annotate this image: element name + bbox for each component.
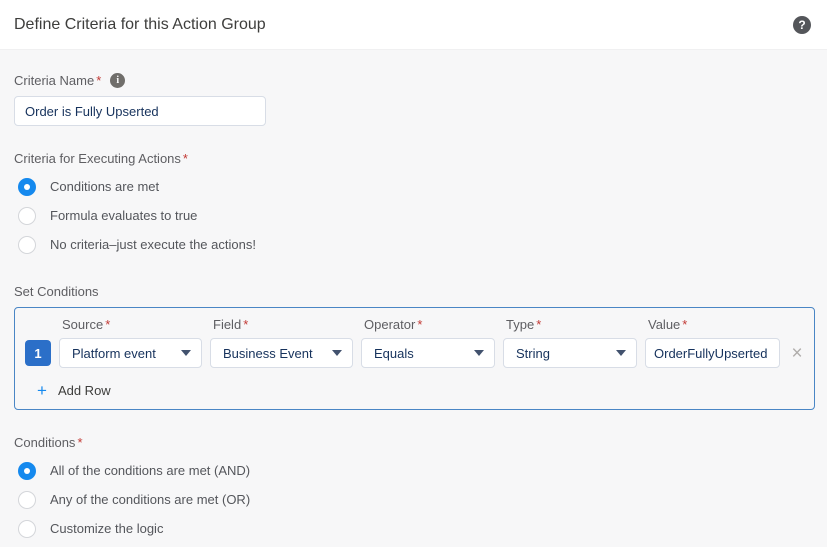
add-row-label: Add Row [58,383,111,398]
radio-option-customize-logic[interactable]: Customize the logic [14,514,815,543]
radio-button[interactable] [18,462,36,480]
radio-button[interactable] [18,178,36,196]
radio-button[interactable] [18,236,36,254]
type-select[interactable]: String [503,338,637,368]
source-select[interactable]: Platform event [59,338,202,368]
field-select[interactable]: Business Event [210,338,353,368]
add-row-button[interactable]: + Add Row [37,382,111,399]
required-asterisk: * [243,317,248,332]
executing-actions-label-text: Criteria for Executing Actions [14,151,181,166]
panel-header: Define Criteria for this Action Group ? [0,0,827,50]
source-header-text: Source [62,317,103,332]
condition-row: 1 Platform event Business Event Equals S… [25,338,804,368]
required-asterisk: * [96,73,101,88]
field-select-value: Business Event [223,346,326,361]
criteria-name-input[interactable] [14,96,266,126]
executing-actions-label: Criteria for Executing Actions* [14,151,188,166]
conditions-logic-label: Conditions* [14,435,83,450]
operator-select-value: Equals [374,346,468,361]
operator-select[interactable]: Equals [361,338,495,368]
value-input[interactable] [645,338,780,368]
required-asterisk: * [105,317,110,332]
radio-button[interactable] [18,520,36,538]
executing-actions-radio-group: Conditions are met Formula evaluates to … [14,172,815,259]
plus-icon: + [37,382,47,399]
type-header-text: Type [506,317,534,332]
chevron-down-icon [332,350,342,356]
row-number-badge: 1 [25,340,51,366]
set-conditions-section: Set Conditions Source* Field* Operator* … [14,284,815,410]
help-icon[interactable]: ? [793,16,811,34]
radio-label: Any of the conditions are met (OR) [50,492,250,507]
radio-option-all-and[interactable]: All of the conditions are met (AND) [14,456,815,485]
radio-label: Formula evaluates to true [50,208,197,223]
field-column-header: Field* [210,317,353,332]
chevron-down-icon [474,350,484,356]
set-conditions-label: Set Conditions [14,284,99,299]
criteria-name-label: Criteria Name* i [14,73,125,88]
field-header-text: Field [213,317,241,332]
radio-label: All of the conditions are met (AND) [50,463,250,478]
remove-row-icon[interactable]: × [788,344,806,363]
value-column-header: Value* [645,317,780,332]
required-asterisk: * [77,435,82,450]
conditions-logic-label-text: Conditions [14,435,75,450]
required-asterisk: * [183,151,188,166]
info-icon[interactable]: i [110,73,125,88]
type-column-header: Type* [503,317,637,332]
source-column-header: Source* [59,317,202,332]
type-select-value: String [516,346,610,361]
conditions-box: Source* Field* Operator* Type* Value* 1 … [14,307,815,410]
required-asterisk: * [682,317,687,332]
criteria-form: Criteria Name* i Criteria for Executing … [0,50,827,543]
required-asterisk: * [536,317,541,332]
radio-option-no-criteria[interactable]: No criteria–just execute the actions! [14,230,815,259]
radio-option-conditions-are-met[interactable]: Conditions are met [14,172,815,201]
criteria-name-label-row: Criteria Name* i [14,73,815,88]
radio-option-any-or[interactable]: Any of the conditions are met (OR) [14,485,815,514]
radio-label: No criteria–just execute the actions! [50,237,256,252]
criteria-name-label-text: Criteria Name [14,73,94,88]
source-select-value: Platform event [72,346,175,361]
operator-header-text: Operator [364,317,415,332]
chevron-down-icon [181,350,191,356]
radio-option-formula-evaluates[interactable]: Formula evaluates to true [14,201,815,230]
page-title: Define Criteria for this Action Group [14,16,266,34]
radio-button[interactable] [18,207,36,225]
radio-label: Conditions are met [50,179,159,194]
required-asterisk: * [417,317,422,332]
radio-button[interactable] [18,491,36,509]
value-header-text: Value [648,317,680,332]
conditions-header-row: Source* Field* Operator* Type* Value* [25,317,804,332]
operator-column-header: Operator* [361,317,495,332]
chevron-down-icon [616,350,626,356]
executing-actions-section: Criteria for Executing Actions* Conditio… [14,151,815,259]
radio-label: Customize the logic [50,521,163,536]
conditions-logic-radio-group: All of the conditions are met (AND) Any … [14,456,815,543]
conditions-logic-section: Conditions* All of the conditions are me… [14,435,815,543]
